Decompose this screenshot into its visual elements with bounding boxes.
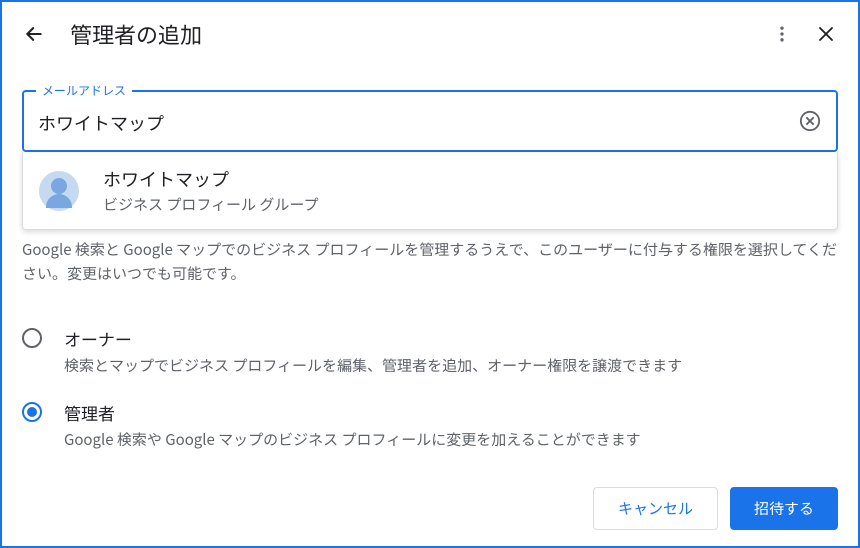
radio-icon xyxy=(22,328,42,348)
radio-manager[interactable]: 管理者 Google 検索や Google マップのビジネス プロフィールに変更… xyxy=(22,388,838,462)
radio-title: 管理者 xyxy=(64,400,641,425)
email-input[interactable] xyxy=(38,110,782,136)
radio-owner[interactable]: オーナー 検索とマップでビジネス プロフィールを編集、管理者を追加、オーナー権限… xyxy=(22,314,838,388)
close-icon[interactable] xyxy=(814,22,838,46)
clear-input-icon[interactable] xyxy=(798,109,822,133)
page-title: 管理者の追加 xyxy=(70,18,746,50)
radio-icon xyxy=(22,402,42,422)
email-input-label: メールアドレス xyxy=(36,82,132,99)
role-radio-group: オーナー 検索とマップでビジネス プロフィールを編集、管理者を追加、オーナー権限… xyxy=(22,314,838,462)
radio-desc: Google 検索や Google マップのビジネス プロフィールに変更を加える… xyxy=(64,429,641,450)
back-arrow-icon[interactable] xyxy=(22,22,46,46)
invite-button[interactable]: 招待する xyxy=(730,487,838,530)
suggestion-item[interactable]: ホワイトマップ ビジネス プロフィール グループ xyxy=(23,152,837,229)
more-icon[interactable] xyxy=(770,22,794,46)
suggestion-name: ホワイトマップ xyxy=(103,166,319,192)
avatar-icon xyxy=(39,171,79,211)
radio-title: オーナー xyxy=(64,326,682,351)
suggestion-subtitle: ビジネス プロフィール グループ xyxy=(103,194,319,215)
suggestion-dropdown: ホワイトマップ ビジネス プロフィール グループ xyxy=(22,152,838,230)
cancel-button[interactable]: キャンセル xyxy=(593,487,718,530)
permission-description: Google 検索と Google マップでのビジネス プロフィールを管理するう… xyxy=(22,238,838,286)
radio-desc: 検索とマップでビジネス プロフィールを編集、管理者を追加、オーナー権限を譲渡でき… xyxy=(64,355,682,376)
email-input-container: メールアドレス xyxy=(22,90,838,152)
